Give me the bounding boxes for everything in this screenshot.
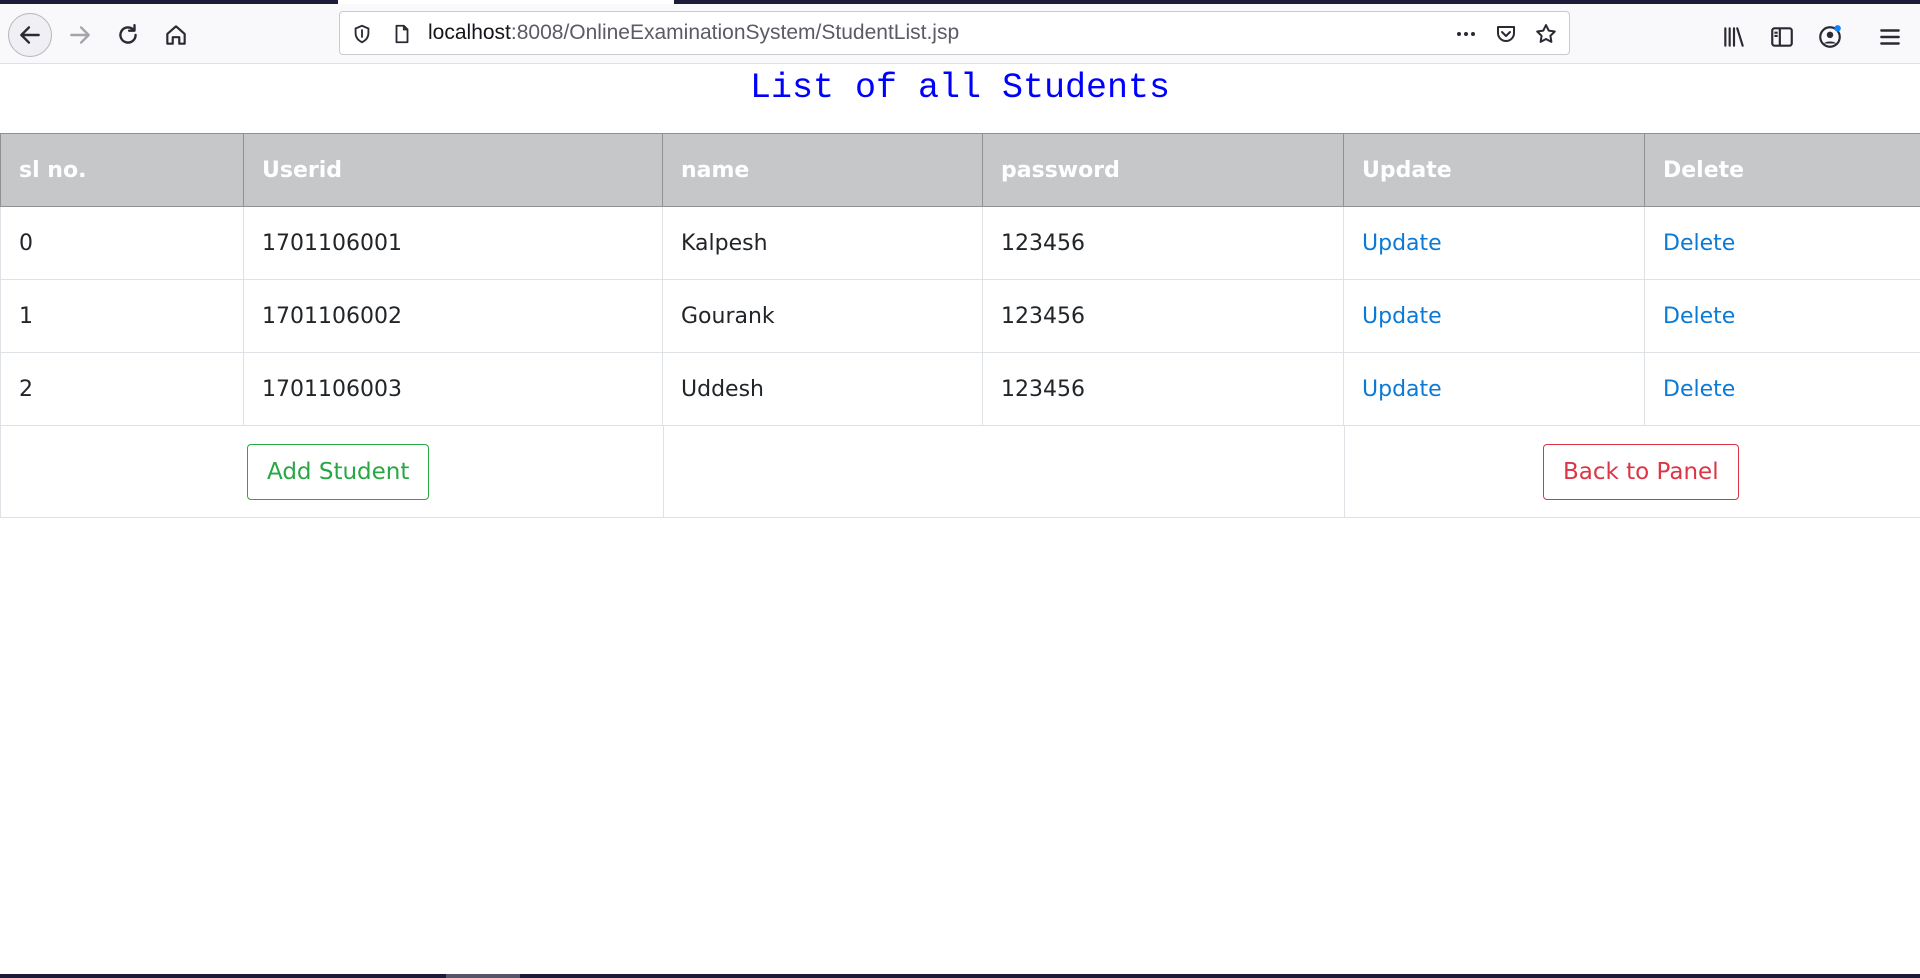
delete-link[interactable]: Delete: [1644, 352, 1920, 426]
update-link[interactable]: Update: [1343, 206, 1645, 280]
taskbar-strip: [0, 974, 1920, 978]
account-icon[interactable]: [1816, 23, 1844, 51]
cell-name: Uddesh: [662, 352, 983, 426]
more-actions-icon[interactable]: [1454, 22, 1478, 46]
cell-password: 123456: [982, 352, 1344, 426]
back-arrow-icon: [20, 26, 40, 44]
sidebar-icon[interactable]: [1768, 23, 1796, 51]
forward-button[interactable]: [58, 13, 102, 57]
cell-sl-no: 0: [0, 206, 244, 280]
library-icon[interactable]: [1720, 23, 1748, 51]
header-delete: Delete: [1644, 133, 1920, 207]
cell-userid: 1701106002: [243, 279, 663, 353]
header-name: name: [662, 133, 983, 207]
shield-icon[interactable]: [350, 22, 374, 46]
url-path: :8008/OnlineExaminationSystem/StudentLis…: [510, 21, 960, 44]
back-to-panel-button[interactable]: Back to Panel: [1543, 444, 1739, 500]
url-host: localhost: [428, 21, 511, 44]
table-row: 2 1701106003 Uddesh 123456 Update Delete: [0, 352, 1920, 426]
cell-name: Kalpesh: [662, 206, 983, 280]
header-userid: Userid: [243, 133, 663, 207]
table-row: 0 1701106001 Kalpesh 123456 Update Delet…: [0, 206, 1920, 280]
page-info-icon[interactable]: [390, 22, 414, 46]
reload-icon: [119, 24, 137, 44]
browser-toolbar: localhost:8008/OnlineExaminationSystem/S…: [0, 4, 1920, 64]
header-update: Update: [1343, 133, 1645, 207]
taskbar-segment: [446, 974, 520, 978]
table-header-row: sl no. Userid name password Update Delet…: [0, 133, 1920, 207]
forward-arrow-icon: [70, 26, 90, 44]
cell-userid: 1701106001: [243, 206, 663, 280]
students-table: sl no. Userid name password Update Delet…: [0, 133, 1920, 518]
reload-button[interactable]: [106, 13, 150, 57]
header-sl-no: sl no.: [0, 133, 244, 207]
menu-hamburger-icon[interactable]: [1876, 23, 1904, 51]
url-text[interactable]: localhost:8008/OnlineExaminationSystem/S…: [428, 12, 959, 54]
home-button[interactable]: [154, 13, 198, 57]
footer-divider: [1344, 426, 1345, 517]
back-button[interactable]: [8, 13, 52, 57]
delete-link[interactable]: Delete: [1644, 206, 1920, 280]
home-icon: [166, 25, 186, 45]
bookmark-star-icon[interactable]: [1534, 22, 1558, 46]
update-link[interactable]: Update: [1343, 279, 1645, 353]
header-password: password: [982, 133, 1344, 207]
table-row: 1 1701106002 Gourank 123456 Update Delet…: [0, 279, 1920, 353]
cell-password: 123456: [982, 279, 1344, 353]
pocket-icon[interactable]: [1494, 22, 1518, 46]
url-bar[interactable]: localhost:8008/OnlineExaminationSystem/S…: [339, 11, 1570, 55]
cell-name: Gourank: [662, 279, 983, 353]
footer-cell: Add Student Back to Panel: [0, 425, 1920, 518]
cell-sl-no: 2: [0, 352, 244, 426]
cell-sl-no: 1: [0, 279, 244, 353]
add-student-button[interactable]: Add Student: [247, 444, 430, 500]
footer-divider: [663, 426, 664, 517]
update-link[interactable]: Update: [1343, 352, 1645, 426]
table-footer-row: Add Student Back to Panel: [0, 425, 1920, 518]
cell-userid: 1701106003: [243, 352, 663, 426]
delete-link[interactable]: Delete: [1644, 279, 1920, 353]
cell-password: 123456: [982, 206, 1344, 280]
page-title: List of all Students: [749, 68, 1171, 108]
